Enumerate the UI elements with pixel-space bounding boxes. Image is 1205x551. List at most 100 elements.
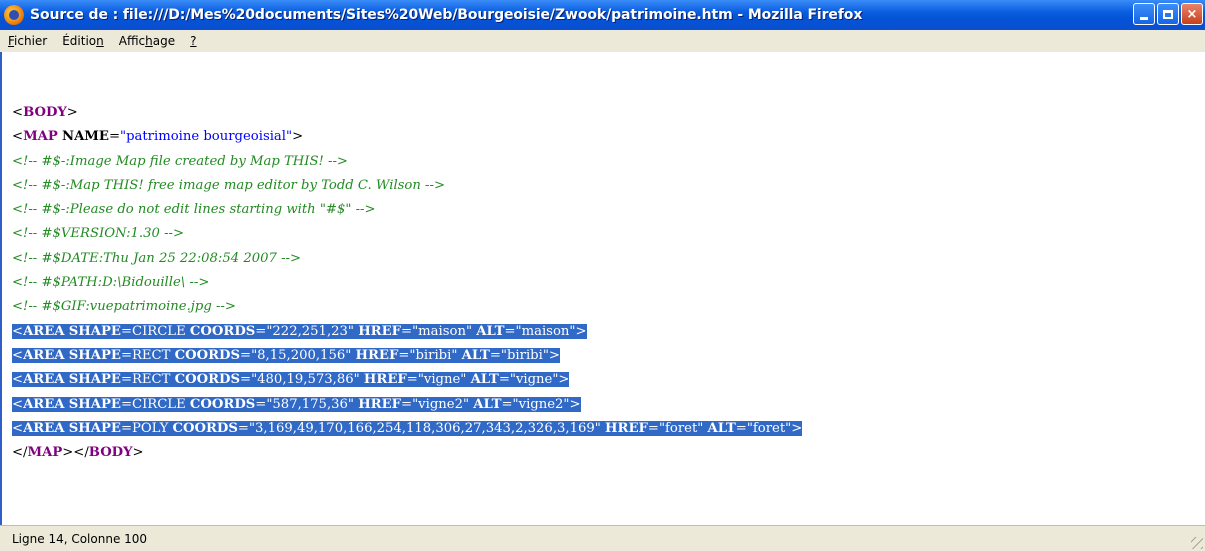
token-tag: = <box>735 420 747 436</box>
token-tagname: MAP <box>23 129 58 145</box>
firefox-view-source-window: Source de : file:///D:/Mes%20documents/S… <box>0 0 1205 551</box>
token-attr: COORDS <box>189 396 256 412</box>
selected-text: <AREA SHAPE=RECT COORDS="480,19,573,86" … <box>12 372 570 388</box>
token-tag: > <box>292 129 304 145</box>
close-button[interactable]: × <box>1181 3 1203 25</box>
token-tag: =RECT <box>120 347 175 363</box>
token-tag: = <box>406 372 418 388</box>
token-tagname: AREA <box>23 347 65 363</box>
token-cm: <!-- #$DATE:Thu Jan 25 22:08:54 2007 --> <box>12 250 302 266</box>
status-bar: Ligne 14, Colonne 100 <box>0 525 1205 551</box>
token-val: "vigne2" <box>512 396 570 412</box>
window-title: Source de : file:///D:/Mes%20documents/S… <box>30 7 863 23</box>
token-attr: HREF <box>358 323 402 339</box>
token-cm: <!-- #$PATH:D:\Bidouille\ --> <box>12 275 210 291</box>
source-line[interactable]: <!-- #$DATE:Thu Jan 25 22:08:54 2007 --> <box>12 247 802 271</box>
token-tag: = <box>108 129 121 145</box>
token-attr: SHAPE <box>68 420 121 436</box>
cursor-position: Ligne 14, Colonne 100 <box>12 531 148 546</box>
token-tag: > <box>132 445 144 461</box>
token-tag: =RECT <box>120 372 175 388</box>
line-text: <!-- #$-:Map THIS! free image map editor… <box>12 178 445 193</box>
token-tag: > <box>548 347 560 363</box>
source-line[interactable]: <!-- #$-:Image Map file created by Map T… <box>12 150 802 174</box>
minimize-icon <box>1140 16 1148 20</box>
selected-text: <AREA SHAPE=CIRCLE COORDS="222,251,23" H… <box>12 323 587 339</box>
resize-grip-icon[interactable] <box>1191 537 1203 549</box>
firefox-icon[interactable] <box>4 5 24 25</box>
source-pane-top <box>0 52 1205 94</box>
menu-bar: Fichier Édition Affichage ? <box>0 30 1205 52</box>
token-tagname: AREA <box>23 372 65 388</box>
token-val: "maison" <box>515 323 576 339</box>
source-line[interactable]: <!-- #$-:Map THIS! free image map editor… <box>12 174 802 198</box>
token-tag: =CIRCLE <box>120 396 190 412</box>
source-line[interactable]: <!-- #$VERSION:1.30 --> <box>12 222 802 246</box>
token-tag: > <box>575 323 587 339</box>
token-attr: COORDS <box>174 347 241 363</box>
menu-affichage[interactable]: Affichage <box>111 34 182 48</box>
token-tag: = <box>240 372 252 388</box>
source-line[interactable]: <BODY> <box>12 101 802 125</box>
token-val: "3,169,49,170,166,254,118,306,27,343,2,3… <box>248 420 601 436</box>
token-attr: SHAPE <box>68 372 121 388</box>
source-line[interactable]: </MAP></BODY> <box>12 441 802 465</box>
token-cm: <!-- #$-:Image Map file created by Map T… <box>12 153 348 169</box>
token-cm: <!-- #$GIF:vuepatrimoine.jpg --> <box>12 299 236 315</box>
token-cm: <!-- #$-:Please do not edit lines starti… <box>12 202 376 218</box>
menu-edition[interactable]: Édition <box>54 34 111 48</box>
token-tagname: AREA <box>23 323 65 339</box>
token-tagname: MAP <box>27 445 63 461</box>
source-line[interactable]: <AREA SHAPE=POLY COORDS="3,169,49,170,16… <box>12 417 803 441</box>
token-attr: ALT <box>470 372 499 388</box>
token-tag: =CIRCLE <box>120 323 190 339</box>
token-tag: =POLY <box>120 420 173 436</box>
token-val: "vigne" <box>509 372 559 388</box>
source-line[interactable]: <!-- #$-:Please do not edit lines starti… <box>12 198 802 222</box>
source-line[interactable]: <AREA SHAPE=RECT COORDS="8,15,200,156" H… <box>12 344 802 368</box>
maximize-button[interactable] <box>1157 3 1179 25</box>
line-text: <!-- #$DATE:Thu Jan 25 22:08:54 2007 --> <box>12 251 301 266</box>
token-val: "vigne" <box>417 372 467 388</box>
token-tag: > <box>558 372 570 388</box>
source-line[interactable]: <AREA SHAPE=RECT COORDS="480,19,573,86" … <box>12 368 802 392</box>
selected-text: <AREA SHAPE=POLY COORDS="3,169,49,170,16… <box>12 420 803 436</box>
menu-help[interactable]: ? <box>182 34 203 48</box>
token-val: "patrimoine bourgeoisial" <box>120 129 293 145</box>
token-tag: < <box>12 347 24 363</box>
token-tag: = <box>647 420 659 436</box>
source-line[interactable]: <MAP NAME="patrimoine bourgeoisial"> <box>12 125 802 149</box>
source-line[interactable]: <!-- #$PATH:D:\Bidouille\ --> <box>12 271 802 295</box>
line-text: <!-- #$GIF:vuepatrimoine.jpg --> <box>12 299 236 314</box>
token-tag: < <box>12 129 24 145</box>
token-tag: = <box>398 347 410 363</box>
token-tagname: BODY <box>23 105 67 120</box>
token-tag: = <box>401 323 413 339</box>
token-attr: ALT <box>476 323 505 339</box>
line-text: <!-- #$-:Image Map file created by Map T… <box>12 154 348 169</box>
token-attr: HREF <box>355 347 399 363</box>
token-tag: < <box>12 105 24 120</box>
token-tag: = <box>240 347 252 363</box>
minimize-button[interactable] <box>1133 3 1155 25</box>
token-tag: </ <box>12 445 28 461</box>
token-attr: SHAPE <box>68 396 121 412</box>
line-text: <BODY> <box>12 105 78 120</box>
source-line[interactable]: <!-- #$GIF:vuepatrimoine.jpg --> <box>12 295 802 319</box>
source-line[interactable]: <AREA SHAPE=CIRCLE COORDS="222,251,23" H… <box>12 320 802 344</box>
token-attr: HREF <box>358 396 402 412</box>
source-code[interactable]: <BODY> <MAP NAME="patrimoine bourgeoisial… <box>12 101 803 465</box>
source-line[interactable]: <AREA SHAPE=CIRCLE COORDS="587,175,36" H… <box>12 393 802 417</box>
menu-fichier[interactable]: Fichier <box>0 34 54 48</box>
token-tag: = <box>501 396 513 412</box>
token-val: "biribi" <box>500 347 549 363</box>
line-text: <!-- #$PATH:D:\Bidouille\ --> <box>12 275 209 290</box>
token-val: "587,175,36" <box>266 396 354 412</box>
window-controls: × <box>1133 3 1203 25</box>
token-tag: = <box>498 372 510 388</box>
token-tag: ></ <box>62 445 89 461</box>
token-val: "maison" <box>412 323 473 339</box>
title-bar[interactable]: Source de : file:///D:/Mes%20documents/S… <box>0 0 1205 30</box>
token-cm: <!-- #$VERSION:1.30 --> <box>12 226 185 242</box>
token-tag: = <box>504 323 516 339</box>
